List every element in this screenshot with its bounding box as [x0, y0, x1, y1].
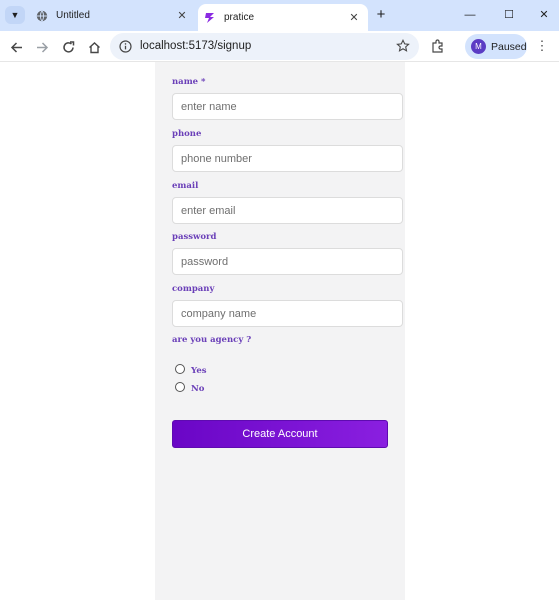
- company-label: company: [172, 284, 215, 294]
- signup-form: name * phone email password company are …: [155, 62, 405, 600]
- email-input[interactable]: [172, 197, 403, 224]
- new-tab-button[interactable]: +: [372, 6, 390, 24]
- tab-title: Untitled: [56, 10, 90, 21]
- info-icon[interactable]: [119, 40, 132, 53]
- company-input[interactable]: [172, 300, 403, 327]
- extensions-icon[interactable]: [430, 38, 446, 54]
- close-icon[interactable]: ✕: [346, 11, 362, 24]
- radio-no-label: No: [191, 384, 205, 394]
- close-icon[interactable]: ✕: [174, 9, 190, 22]
- agency-question: are you agency ?: [172, 335, 403, 346]
- home-button[interactable]: [84, 37, 104, 57]
- agency-option-yes[interactable]: Yes: [175, 364, 207, 376]
- name-field-group: name *: [172, 77, 403, 120]
- name-input[interactable]: [172, 93, 403, 120]
- arrow-left-icon: [10, 41, 22, 53]
- agency-question-label: are you agency ?: [172, 335, 252, 345]
- profile-status: Paused: [491, 40, 527, 53]
- tab-search-button[interactable]: ▼: [5, 6, 25, 24]
- password-field-group: password: [172, 232, 403, 275]
- avatar: M: [471, 39, 486, 54]
- phone-label: phone: [172, 129, 202, 139]
- create-account-button[interactable]: Create Account: [172, 420, 388, 448]
- page-content: name * phone email password company are …: [0, 62, 559, 600]
- minimize-icon[interactable]: —: [462, 7, 478, 23]
- email-field-group: email: [172, 181, 403, 224]
- address-bar[interactable]: localhost:5173/signup: [110, 33, 419, 60]
- company-field-group: company: [172, 284, 403, 327]
- chevron-down-icon: ▼: [10, 10, 20, 20]
- password-input[interactable]: [172, 248, 403, 275]
- maximize-icon[interactable]: ☐: [501, 7, 517, 23]
- email-label: email: [172, 181, 199, 191]
- forward-button[interactable]: [32, 37, 52, 57]
- radio-no[interactable]: [175, 382, 185, 392]
- tab-strip: ▼ Untitled ✕ pratice ✕ + — ☐ ✕: [0, 0, 559, 31]
- agency-option-no[interactable]: No: [175, 382, 205, 394]
- url-text: localhost:5173/signup: [140, 40, 252, 52]
- back-button[interactable]: [6, 37, 26, 57]
- profile-button[interactable]: M Paused: [465, 34, 527, 59]
- phone-input[interactable]: [172, 145, 403, 172]
- window-close-icon[interactable]: ✕: [536, 7, 552, 23]
- phone-field-group: phone: [172, 129, 403, 172]
- browser-toolbar: localhost:5173/signup M Paused ⋮: [0, 31, 559, 62]
- reload-button[interactable]: [58, 37, 78, 57]
- password-label: password: [172, 232, 217, 242]
- name-label: name *: [172, 77, 206, 87]
- arrow-right-icon: [36, 41, 48, 53]
- radio-yes-label: Yes: [191, 366, 207, 376]
- globe-icon: [36, 10, 48, 21]
- more-menu-icon[interactable]: ⋮: [534, 38, 550, 54]
- reload-icon: [62, 40, 74, 53]
- lightning-icon: [205, 12, 214, 23]
- tab-pratice[interactable]: pratice ✕: [198, 4, 368, 31]
- radio-yes[interactable]: [175, 364, 185, 374]
- tab-untitled[interactable]: Untitled ✕: [30, 0, 196, 31]
- star-icon[interactable]: [396, 39, 410, 53]
- home-icon: [88, 41, 100, 53]
- tab-title: pratice: [224, 12, 255, 23]
